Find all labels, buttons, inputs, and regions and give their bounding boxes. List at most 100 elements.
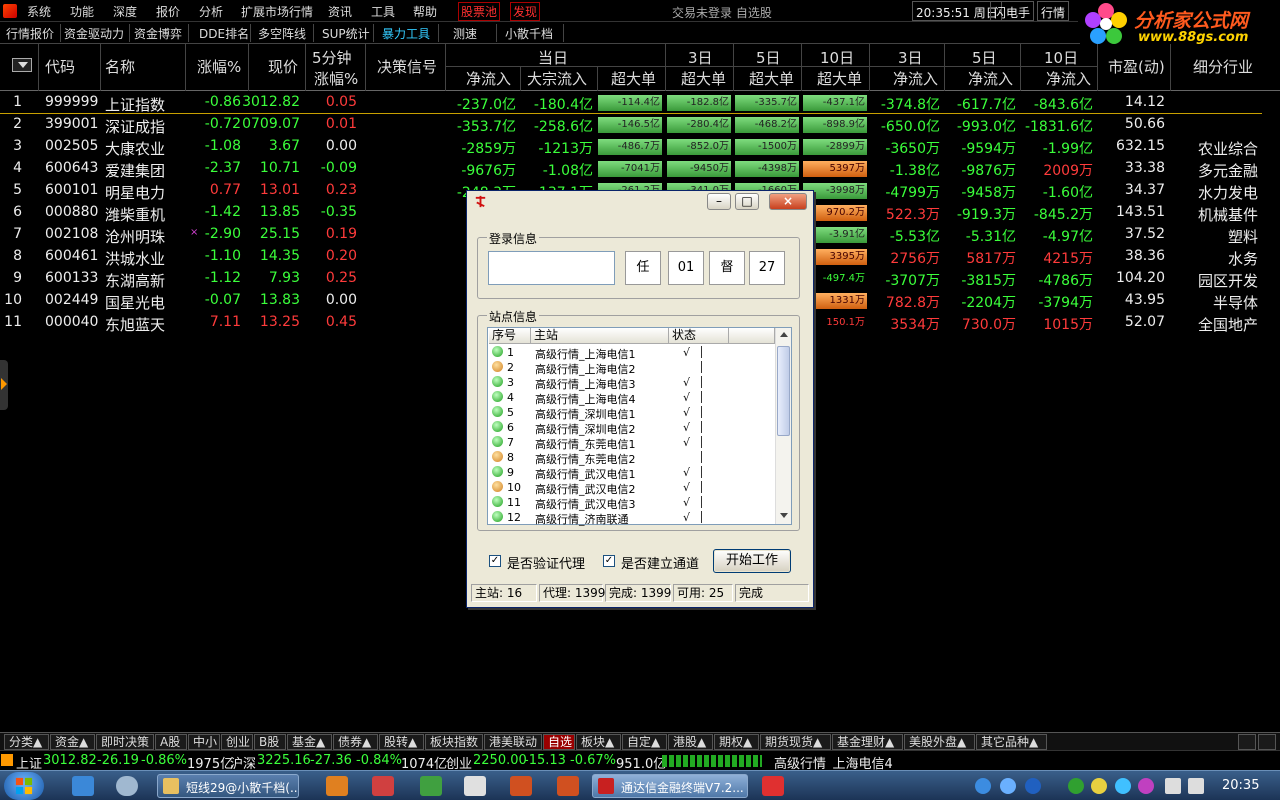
- start-button[interactable]: [4, 772, 44, 800]
- market-tab[interactable]: B股: [254, 734, 286, 750]
- app-icon-6[interactable]: [557, 776, 579, 796]
- task-short-line[interactable]: 短线29@小散千档(...: [157, 774, 299, 798]
- site-list-item[interactable]: 12 高级行情_济南联通 √: [489, 510, 775, 526]
- market-tab[interactable]: 板块▲: [576, 734, 621, 750]
- market-tab[interactable]: 板块指数: [425, 734, 483, 750]
- help-tray-icon[interactable]: [1000, 778, 1016, 794]
- market-tab[interactable]: 自选: [543, 734, 575, 750]
- site-col-no[interactable]: 序号: [489, 328, 531, 344]
- side-panel-toggle[interactable]: [0, 360, 8, 410]
- tab-bull-bear[interactable]: 多空阵线: [258, 25, 306, 42]
- build-channel-checkbox[interactable]: ✓: [603, 555, 615, 567]
- market-tab[interactable]: 美股外盘▲: [904, 734, 975, 750]
- market-tab[interactable]: 创业: [221, 734, 253, 750]
- site-list-item[interactable]: 8 高级行情_东莞电信2: [489, 450, 775, 466]
- table-row[interactable]: 4 600643 爱建集团 -2.37 10.71 -0.09 -9676万 -1.08亿 -1…: [0, 158, 1262, 180]
- col-today-super[interactable]: 超大单: [611, 68, 656, 89]
- minimize-button[interactable]: –: [707, 193, 731, 210]
- menu-stock-pool[interactable]: 股票池: [458, 2, 501, 21]
- scrollbar-thumb[interactable]: [777, 346, 790, 436]
- media-icon[interactable]: [326, 776, 348, 796]
- close-button[interactable]: ×: [769, 193, 807, 210]
- tray-icon-5[interactable]: [1091, 778, 1107, 794]
- tab-capital-game[interactable]: 资金博弈: [134, 25, 182, 42]
- app-icon-3[interactable]: [420, 776, 442, 796]
- volume-icon[interactable]: [1165, 778, 1181, 794]
- login-info-field[interactable]: [488, 251, 615, 285]
- site-list-item[interactable]: 6 高级行情_深圳电信2 √: [489, 420, 775, 436]
- tab-small-retail[interactable]: 小散千档: [505, 25, 553, 42]
- site-list-scrollbar[interactable]: [775, 328, 791, 524]
- market-tab[interactable]: 其它品种▲: [976, 734, 1047, 750]
- col-5d-super[interactable]: 超大单: [749, 68, 794, 89]
- market-tab[interactable]: 资金▲: [50, 734, 95, 750]
- site-col-status[interactable]: 状态: [669, 328, 729, 344]
- tab-power-tools[interactable]: 暴力工具: [382, 25, 430, 42]
- tray-icon-6[interactable]: [1115, 778, 1131, 794]
- col-speed-bottom[interactable]: 涨幅%: [314, 68, 358, 89]
- col-5d-net[interactable]: 净流入: [968, 68, 1013, 89]
- site-list-item[interactable]: 2 高级行情_上海电信2: [489, 360, 775, 376]
- market-tab[interactable]: 中小: [188, 734, 220, 750]
- market-tab[interactable]: 债券▲: [333, 734, 378, 750]
- menu-analysis[interactable]: 分析: [199, 3, 223, 20]
- menu-discover[interactable]: 发现: [510, 2, 541, 21]
- menu-help[interactable]: 帮助: [413, 3, 437, 20]
- tab-scroll-right-button[interactable]: [1258, 734, 1276, 750]
- tab-sup-stats[interactable]: SUP统计: [322, 25, 370, 42]
- browser-icon[interactable]: [116, 776, 138, 796]
- market-tab[interactable]: 期货现货▲: [760, 734, 831, 750]
- site-list-item[interactable]: 10 高级行情_武汉电信2 √: [489, 480, 775, 496]
- flash-trade-button[interactable]: 闪电手: [990, 1, 1035, 21]
- app-icon-7[interactable]: [762, 776, 784, 796]
- menu-quote[interactable]: 报价: [156, 3, 180, 20]
- tray-icon-7[interactable]: [1138, 778, 1154, 794]
- site-list-item[interactable]: 11 高级行情_武汉电信3 √: [489, 495, 775, 511]
- col-3d-super[interactable]: 超大单: [681, 68, 726, 89]
- col-pe[interactable]: 市盈(动): [1108, 56, 1165, 77]
- site-list-item[interactable]: 1 高级行情_上海电信1 √: [489, 345, 775, 361]
- table-row[interactable]: 2 399001 深证成指 -0.72 0709.07 0.01 -353.7亿 -258.6…: [0, 114, 1262, 136]
- market-tab[interactable]: 期权▲: [714, 734, 759, 750]
- app-icon-5[interactable]: [510, 776, 532, 796]
- col-price[interactable]: 现价: [268, 56, 298, 77]
- col-today-net[interactable]: 净流入: [466, 68, 511, 89]
- start-work-button[interactable]: 开始工作: [713, 549, 791, 573]
- market-tab[interactable]: 基金▲: [287, 734, 332, 750]
- col-3d-net[interactable]: 净流入: [893, 68, 938, 89]
- column-menu-dropdown[interactable]: [12, 58, 32, 72]
- col-name[interactable]: 名称: [105, 56, 135, 77]
- market-tab[interactable]: 即时决策: [96, 734, 154, 750]
- menu-tools[interactable]: 工具: [371, 3, 395, 20]
- menu-function[interactable]: 功能: [70, 3, 94, 20]
- col-10d-super[interactable]: 超大单: [817, 68, 862, 89]
- task-tdx-terminal[interactable]: 通达信金融终端V7.2...: [592, 774, 748, 798]
- security-tray-icon[interactable]: [1068, 778, 1084, 794]
- maximize-button[interactable]: □: [735, 193, 759, 210]
- app-icon-4[interactable]: [464, 776, 486, 796]
- site-list-item[interactable]: 7 高级行情_东莞电信1 √: [489, 435, 775, 451]
- tab-capital-drive[interactable]: 资金驱动力: [64, 25, 124, 42]
- menu-extended-market[interactable]: 扩展市场行情: [241, 3, 313, 20]
- app-icon-2[interactable]: [372, 776, 394, 796]
- col-code[interactable]: 代码: [45, 56, 75, 77]
- col-10d-net[interactable]: 净流入: [1046, 68, 1091, 89]
- network-icon[interactable]: [1188, 778, 1204, 794]
- quote-button[interactable]: 行情: [1037, 1, 1070, 21]
- col-today-block[interactable]: 大宗流入: [527, 68, 587, 89]
- table-row[interactable]: 1 999999 上证指数 -0.86 3012.82 0.05 -237.0亿 -180.4…: [0, 92, 1262, 114]
- tab-quote-list[interactable]: 行情报价: [6, 25, 54, 42]
- market-tab[interactable]: 分类▲: [4, 734, 49, 750]
- table-row[interactable]: 3 002505 大康农业 -1.08 3.67 0.00 -2859万 -1213万 -365…: [0, 136, 1262, 158]
- site-list-item[interactable]: 4 高级行情_上海电信4 √: [489, 390, 775, 406]
- market-tab[interactable]: A股: [155, 734, 187, 750]
- site-list-item[interactable]: 3 高级行情_上海电信3 √: [489, 375, 775, 391]
- menu-depth[interactable]: 深度: [113, 3, 137, 20]
- site-col-name[interactable]: 主站: [531, 328, 669, 344]
- col-speed-top[interactable]: 5分钟: [312, 47, 352, 68]
- tray-icon-3[interactable]: [1025, 778, 1041, 794]
- col-change[interactable]: 涨幅%: [197, 56, 241, 77]
- market-tab[interactable]: 股转▲: [379, 734, 424, 750]
- tray-icon-1[interactable]: [975, 778, 991, 794]
- menu-system[interactable]: 系统: [27, 3, 51, 20]
